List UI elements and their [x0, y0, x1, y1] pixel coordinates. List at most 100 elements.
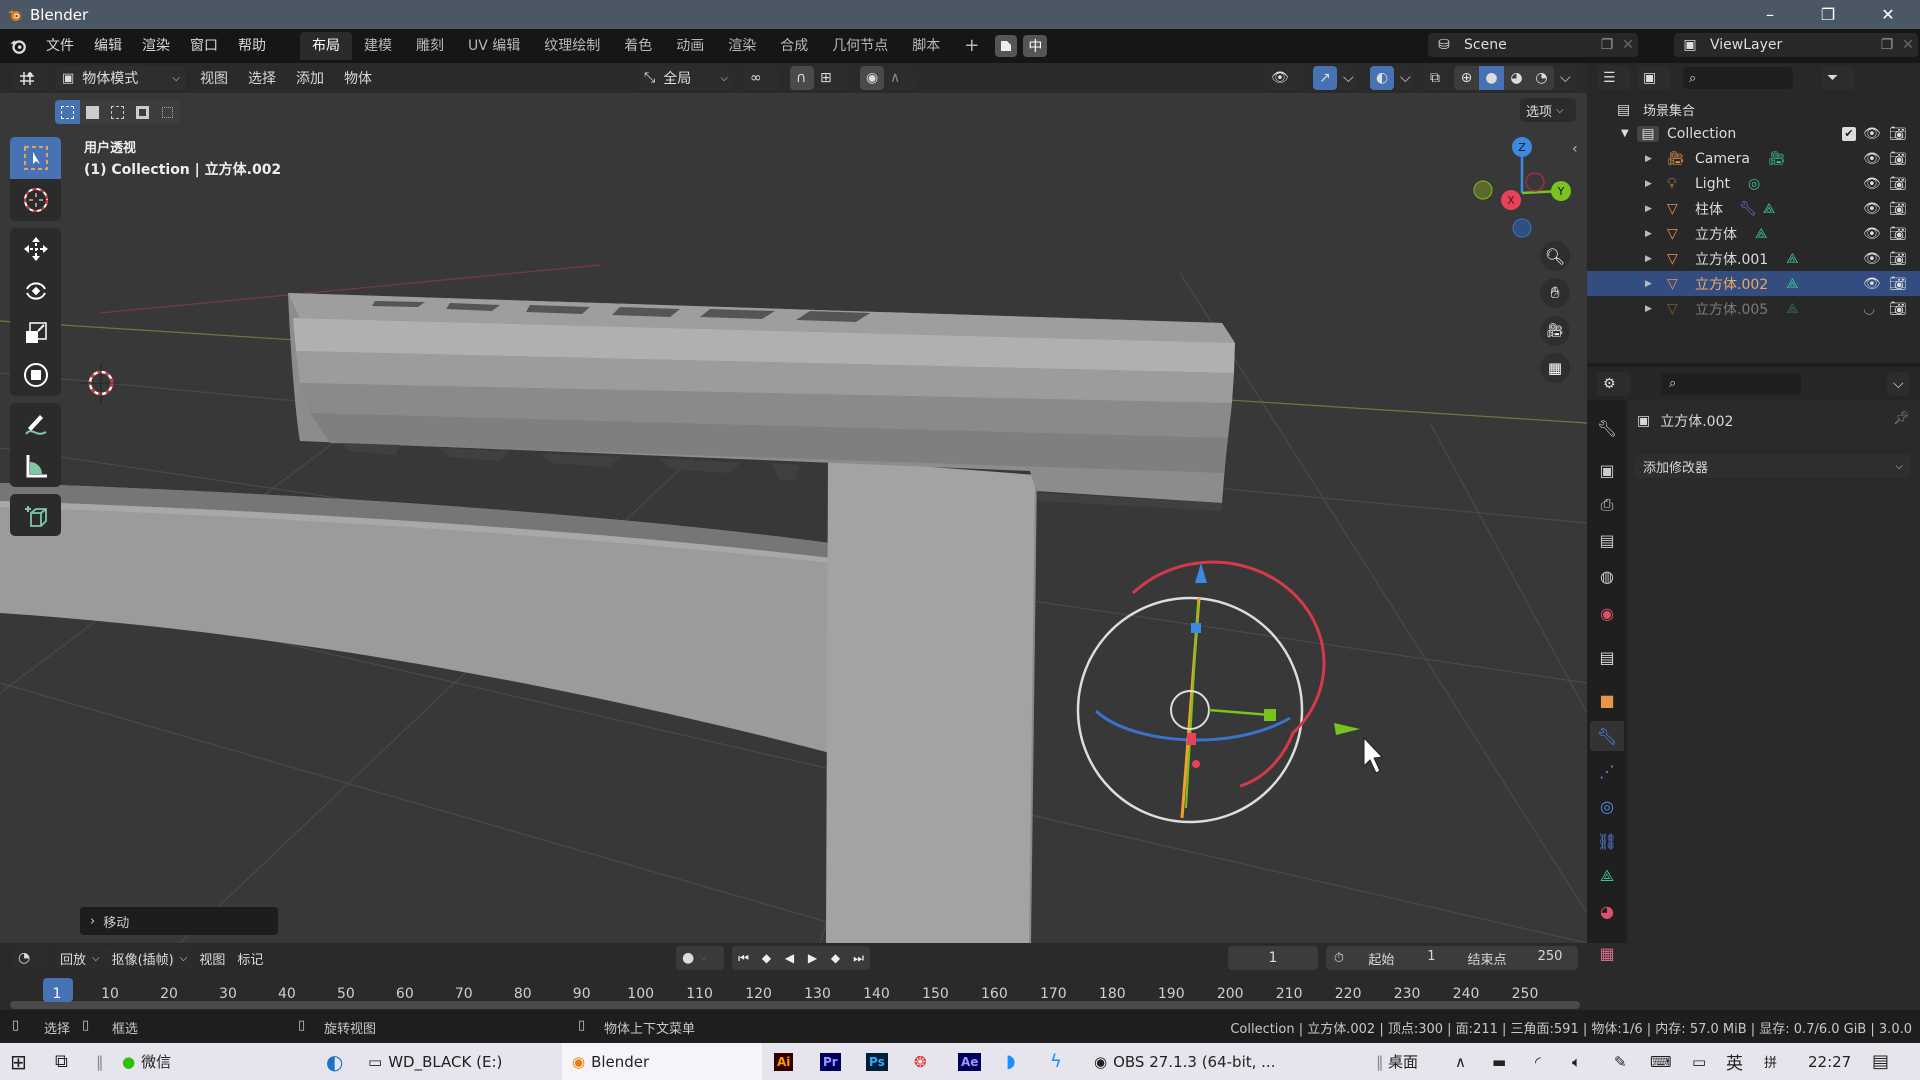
keyboard-icon[interactable]: ⌨	[1650, 1043, 1672, 1080]
ortho-toggle-button[interactable]: ▦	[1540, 353, 1570, 383]
render-camera-icon[interactable]: 📷︎	[1889, 126, 1907, 142]
render-camera-icon[interactable]: 📷︎	[1889, 276, 1907, 292]
overlay-toggle[interactable]: ◐	[1370, 66, 1394, 90]
blender-menu-icon[interactable]	[0, 37, 36, 55]
prev-keyframe-button[interactable]: ◆	[755, 951, 778, 965]
expand-icon[interactable]: ▶	[1645, 154, 1657, 164]
volume-icon[interactable]: 🔈︎	[1572, 1043, 1581, 1080]
properties-tab-texture-icon[interactable]: ▦	[1590, 938, 1624, 968]
timeline-scrollbar[interactable]	[10, 1001, 1580, 1009]
properties-tab-object-icon[interactable]: ■	[1590, 685, 1624, 715]
properties-tab-modifiers-icon[interactable]: 🔧︎	[1590, 721, 1624, 751]
end-frame-field[interactable]: 结束点 250	[1452, 949, 1578, 968]
clock[interactable]: 22:27	[1808, 1043, 1851, 1080]
x-move-handle[interactable]	[1187, 733, 1196, 745]
properties-search-input[interactable]: ⌕	[1661, 372, 1801, 395]
start-button[interactable]: ⊞	[10, 1043, 27, 1080]
properties-tab-physics-icon[interactable]: ◎	[1590, 791, 1624, 821]
premiere-icon[interactable]: Pr	[820, 1043, 841, 1080]
measure-tool[interactable]	[10, 445, 61, 487]
app-icon-red[interactable]: ❂	[914, 1043, 927, 1080]
tab-rendering[interactable]: 渲染	[716, 32, 768, 60]
render-camera-icon[interactable]: 📷︎	[1889, 226, 1907, 242]
visibility-dropdown[interactable]: 👁	[1265, 66, 1303, 90]
add-cube-tool[interactable]	[10, 494, 61, 536]
properties-editor-type[interactable]: ⚙	[1597, 371, 1631, 396]
xray-toggle[interactable]: ⧉	[1424, 66, 1448, 90]
app-icon-blue[interactable]: ◗	[1006, 1043, 1015, 1080]
tab-texture-paint[interactable]: 纹理绘制	[532, 32, 612, 60]
edge-browser-icon[interactable]: ◐	[326, 1043, 343, 1080]
mesh-data-icon[interactable]: ⟁	[1786, 251, 1799, 267]
proportional-edit-toggle[interactable]: ◉	[860, 66, 884, 90]
render-camera-icon[interactable]: 📷︎	[1889, 301, 1907, 317]
playback-menu[interactable]: 回放 ⌵	[54, 946, 106, 970]
pan-view-button[interactable]: ✋︎	[1540, 278, 1570, 308]
illustrator-icon[interactable]: Ai	[774, 1043, 794, 1080]
y-scale-handle[interactable]	[1264, 709, 1276, 721]
display-mode-dropdown[interactable]: ▣	[1637, 66, 1671, 90]
taskbar-app-obs[interactable]: ◉ OBS 27.1.3 (64-bit, ...	[1094, 1043, 1280, 1080]
visibility-eye-icon[interactable]: 👁︎	[1863, 176, 1881, 192]
photoshop-icon[interactable]: Ps	[866, 1043, 888, 1080]
play-button[interactable]: ▶	[801, 951, 824, 965]
outliner-editor-type[interactable]: ☰	[1597, 66, 1631, 90]
mesh-data-icon[interactable]: ⟁	[1763, 201, 1776, 217]
pen-icon[interactable]: ✎	[1614, 1043, 1627, 1080]
cursor-tool[interactable]	[10, 179, 61, 221]
auto-keying-toggle[interactable]: ● ⌵	[676, 946, 724, 970]
outliner-scene-collection[interactable]: ▤ 场景集合	[1587, 97, 1920, 122]
copy-scene-icon[interactable]: ❐	[1596, 37, 1618, 53]
visibility-eye-icon[interactable]: 👁︎	[1863, 276, 1881, 292]
remove-scene-icon[interactable]: ✕	[1618, 37, 1638, 53]
mode-dropdown[interactable]: ▣ 物体模式 ⌵	[56, 66, 186, 90]
tab-modeling[interactable]: 建模	[352, 32, 404, 60]
light-data-icon[interactable]: ◎	[1748, 176, 1760, 192]
battery-icon[interactable]: ▬	[1492, 1043, 1506, 1080]
tablet-icon[interactable]: ▭	[1692, 1043, 1706, 1080]
shading-dropdown[interactable]: ⌵	[1554, 66, 1576, 90]
properties-tab-tool-icon[interactable]: 🔧︎	[1590, 413, 1624, 443]
properties-tab-world-icon[interactable]: ◉	[1590, 598, 1624, 628]
jump-end-button[interactable]: ⏭	[847, 951, 870, 966]
wifi-icon[interactable]: ◜	[1535, 1043, 1541, 1080]
ime-chinese-button[interactable]: 中	[1023, 35, 1048, 57]
expand-icon[interactable]: ▶	[1645, 304, 1657, 314]
menu-object[interactable]: 物体	[334, 68, 382, 88]
ime-mode[interactable]: 拼	[1764, 1043, 1777, 1080]
camera-data-icon[interactable]: 🎥︎	[1768, 151, 1786, 167]
current-frame-field[interactable]: 1	[1228, 946, 1318, 970]
next-keyframe-button[interactable]: ◆	[824, 951, 847, 965]
marker-menu[interactable]: 标记	[231, 946, 269, 970]
exclude-checkbox[interactable]: ✔	[1842, 126, 1856, 141]
task-view-button[interactable]: ⧉	[55, 1043, 68, 1080]
tray-expand-icon[interactable]: ∧	[1455, 1043, 1466, 1080]
outliner-row[interactable]: ▶ ▽ 立方体.001 ⟁ 👁︎ 📷︎	[1587, 246, 1920, 271]
taskbar-app-blender[interactable]: ◉ Blender	[562, 1043, 762, 1080]
menu-view[interactable]: 视图	[190, 68, 238, 88]
keying-menu[interactable]: 抠像(插帧) ⌵	[105, 946, 194, 970]
outliner-row[interactable]: ▶ 🎥︎ Camera 🎥︎ 👁︎ 📷︎	[1587, 146, 1920, 171]
menu-render[interactable]: 渲染	[132, 33, 180, 59]
add-workspace-button[interactable]: +	[952, 32, 991, 60]
timeline-view-menu[interactable]: 视图	[193, 946, 231, 970]
transform-tool[interactable]	[10, 354, 61, 396]
hidden-eye-icon[interactable]: ◡	[1863, 301, 1875, 317]
stopwatch-icon[interactable]: ⏱	[1326, 951, 1352, 966]
render-camera-icon[interactable]: 📷︎	[1889, 201, 1907, 217]
outliner-row[interactable]: ▶ ▽ 立方体 ⟁ 👁︎ 📷︎	[1587, 221, 1920, 246]
move-tool[interactable]	[10, 228, 61, 270]
outliner-row[interactable]: ▶ ▽ 立方体.005 ⟁ ◡ 📷︎	[1587, 296, 1920, 321]
snap-toggle[interactable]: ∩	[790, 66, 814, 90]
visibility-eye-icon[interactable]: 👁︎	[1863, 126, 1881, 142]
jump-start-button[interactable]: ⏮	[732, 951, 755, 966]
render-camera-icon[interactable]: 📷︎	[1889, 176, 1907, 192]
snap-target-dropdown[interactable]: ⊞	[814, 66, 850, 90]
editor-type-button[interactable]	[12, 66, 48, 90]
menu-add[interactable]: 添加	[286, 68, 334, 88]
render-camera-icon[interactable]: 📷︎	[1889, 251, 1907, 267]
properties-tab-view-layer-icon[interactable]: ▤	[1590, 525, 1624, 555]
falloff-dropdown[interactable]: ∧	[884, 66, 918, 90]
taskbar-app-explorer[interactable]: ▭ WD_BLACK (E:)	[368, 1043, 554, 1080]
overlay-dropdown[interactable]: ⌵	[1394, 66, 1414, 90]
